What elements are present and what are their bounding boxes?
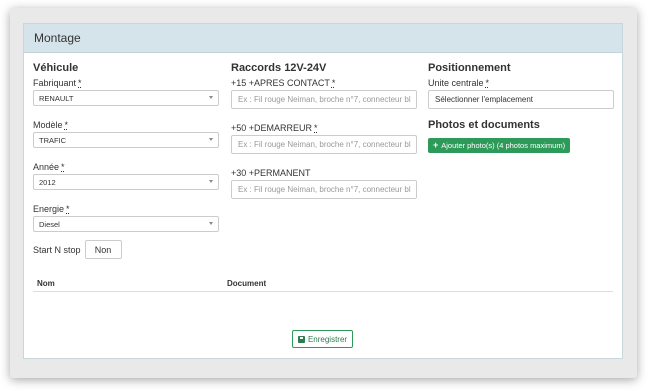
apres-contact-input[interactable]: Ex : Fil rouge Neiman, broche n°7, conne… [231,90,417,109]
permanent-label: +30 +PERMANENT [231,168,311,178]
raccords-section-title: Raccords 12V-24V [231,62,327,74]
start-stop-field: Start N stop Non [33,240,122,259]
start-stop-label: Start N stop [33,244,81,255]
panel-title: Montage [24,24,622,53]
demarreur-field: +50 +DEMARREUR * Ex : Fil rouge Neiman, b… [231,123,417,154]
modele-label: Modèle [33,120,63,130]
save-button-label: Enregistrer [307,334,348,344]
photos-section-title: Photos et documents [428,119,540,131]
demarreur-input[interactable]: Ex : Fil rouge Neiman, broche n°7, conne… [231,135,417,154]
save-button[interactable]: Enregistrer [292,330,353,348]
chevron-down-icon [209,138,213,141]
energie-label: Energie [33,204,65,214]
fabricant-select[interactable]: RENAULT [33,90,219,106]
demarreur-label: +50 +DEMARREUR [231,123,313,133]
documents-table-header: Nom Document [33,277,613,292]
modele-value: TRAFIC [39,135,67,145]
annee-value: 2012 [39,177,56,187]
permanent-field: +30 +PERMANENT Ex : Fil rouge Neiman, br… [231,168,417,199]
fabricant-field: Fabriquant * RENAULT [33,78,219,106]
column-header-document: Document [227,279,267,288]
annee-label: Année [33,162,60,172]
plus-icon: + [433,140,439,150]
chevron-down-icon [209,180,213,183]
modele-select[interactable]: TRAFIC [33,132,219,148]
required-marker: * [64,120,69,130]
required-marker: * [78,78,82,88]
required-marker: * [66,204,70,214]
chevron-down-icon [209,222,213,225]
fabricant-label: Fabriquant [33,78,77,88]
required-marker: * [314,123,318,133]
unite-centrale-field: Unite centrale * Sélectionner l'emplaceme… [428,78,614,109]
energie-value: Diesel [39,219,60,229]
modele-field: Modèle * TRAFIC [33,120,219,148]
energie-select[interactable]: Diesel [33,216,219,232]
unite-centrale-label: Unite centrale [428,78,484,88]
unite-centrale-select[interactable]: Sélectionner l'emplacement [428,90,614,109]
energie-field: Energie * Diesel [33,204,219,232]
vehicle-section-title: Véhicule [33,62,79,74]
vehicle-section: Véhicule Fabriquant * RENAULT Modèle * TRA… [33,62,219,246]
required-marker: * [485,78,490,88]
raccords-section: Raccords 12V-24V +15 +APRES CONTACT * Ex … [231,62,417,213]
montage-panel: Montage Véhicule Fabriquant * RENAULT Mod… [23,23,623,359]
fabricant-value: RENAULT [39,93,74,103]
apres-contact-field: +15 +APRES CONTACT * Ex : Fil rouge Neima… [231,78,417,109]
annee-field: Année * 2012 [33,162,219,190]
annee-select[interactable]: 2012 [33,174,219,190]
floppy-disk-icon [297,335,305,343]
apres-contact-label: +15 +APRES CONTACT [231,78,330,88]
column-header-nom: Nom [37,279,55,288]
required-marker: * [331,78,336,88]
start-stop-toggle[interactable]: Non [84,240,122,259]
add-photos-button[interactable]: + Ajouter photo(s) (4 photos maximum) [428,137,571,153]
add-photos-label: Ajouter photo(s) (4 photos maximum) [441,140,566,150]
positionnement-section-title: Positionnement [428,62,511,74]
chevron-down-icon [209,96,213,99]
permanent-input[interactable]: Ex : Fil rouge Neiman, broche n°7, conne… [231,180,417,199]
positionnement-section: Positionnement Unite centrale * Sélection… [428,62,614,153]
required-marker: * [61,162,65,172]
